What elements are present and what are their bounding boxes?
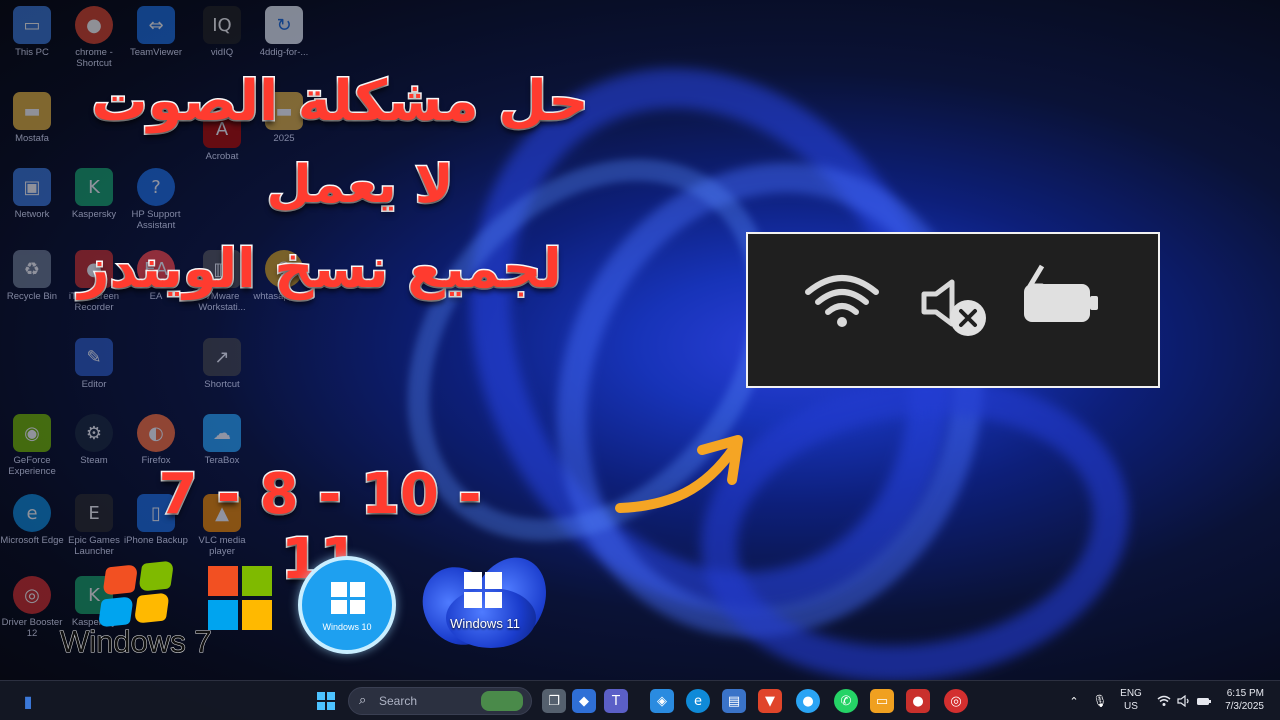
search-icon: ⌕ — [359, 693, 367, 708]
desktop-icon-steam[interactable]: ⚙ Steam — [62, 414, 126, 466]
language-indicator[interactable]: ENG US — [1116, 687, 1146, 720]
file-explorer-icon[interactable]: ▭ — [870, 689, 894, 713]
search-highlight-icon — [481, 691, 523, 711]
shortcut-icon: ↗ — [203, 338, 241, 376]
microphone-icon[interactable]: 🎙 — [1088, 689, 1112, 713]
teamviewer-icon: ⇔ — [137, 6, 175, 44]
firefox-icon: ◐ — [137, 414, 175, 452]
nvidia-icon: ◉ — [13, 414, 51, 452]
windows-7-wordmark: Windows 7 — [60, 624, 213, 660]
clock-date: 7/3/2025 — [1225, 701, 1264, 712]
copilot-icon[interactable]: ◆ — [572, 689, 596, 713]
desktop-icon-label: chrome - Shortcut — [75, 47, 113, 69]
chrome-icon: ● — [75, 6, 113, 44]
taskbar: ▮ ⌕ Search ❐ ◆ T ◈ e ▤ ▼ ● ✆ ▭ ● ◎ ⌃ 🎙 E… — [0, 680, 1280, 720]
taskbar-search-box[interactable]: ⌕ Search — [348, 687, 532, 715]
windows-11-caption: Windows 11 — [450, 616, 520, 631]
battery-charging-icon — [1024, 264, 1098, 322]
windows-8-logo-icon — [208, 566, 272, 630]
windows-start-icon — [317, 692, 335, 710]
wallpaper-bloom — [681, 351, 1149, 709]
task-view-icon[interactable]: ❐ — [542, 689, 566, 713]
headline-line-1: حل مشكلة الصوت — [90, 68, 590, 136]
windows-10-caption: Windows 10 — [322, 622, 372, 632]
monitor-icon: ▭ — [13, 6, 51, 44]
desktop-icon-driver-booster[interactable]: ◎ Driver Booster 12 — [0, 576, 64, 639]
headline-line-3: لجميع نسخ الويندز — [77, 236, 563, 301]
windows-10-logo: Windows 10 — [298, 556, 396, 654]
windows-10-flag-icon — [331, 582, 365, 614]
whatsapp-taskbar-icon[interactable]: ✆ — [834, 689, 858, 713]
teams-icon[interactable]: T — [604, 689, 628, 713]
vidiq-icon: IQ — [203, 6, 241, 44]
desktop-icon-label: GeForce Experience — [8, 455, 56, 477]
search-placeholder: Search — [379, 694, 418, 708]
desktop-icon-this-pc[interactable]: ▭ This PC — [0, 6, 64, 58]
driver-booster-icon: ◎ — [13, 576, 51, 614]
zoomed-tray-panel — [746, 232, 1160, 388]
windows-7-flag-icon — [97, 560, 175, 628]
microsoft-store-icon[interactable]: ▤ — [722, 689, 746, 713]
windows-11-logo: Windows 11 — [408, 545, 560, 659]
desktop-icon-label: Microsoft Edge — [0, 535, 64, 546]
start-button[interactable] — [314, 689, 338, 713]
clock-time: 6:15 PM — [1226, 688, 1264, 699]
desktop-icon-shortcut[interactable]: ↗ Shortcut — [190, 338, 254, 390]
desktop-icon-edge[interactable]: e Microsoft Edge — [0, 494, 64, 546]
desktop-icon-label: 4ddig-for-... — [259, 47, 309, 58]
desktop-icon-label: TeamViewer — [129, 47, 183, 58]
desktop-icon-vidiq[interactable]: IQ vidIQ — [190, 6, 254, 58]
desktop-icon-label: Shortcut — [204, 379, 240, 390]
system-clock[interactable]: 6:15 PM 7/3/2025 — [1212, 687, 1264, 720]
steam-icon: ⚙ — [75, 414, 113, 452]
chevron-up-icon[interactable]: ⌃ — [1062, 689, 1086, 713]
desktop-icon-label: This PC — [15, 47, 49, 58]
headline: حل مشكلة الصوت لا يعمل لجميع نسخ الويندز — [20, 68, 620, 302]
windows-7-logo: Windows 7 — [60, 560, 220, 660]
desktop-icon-terabox[interactable]: ☁ TeraBox — [190, 414, 254, 466]
region-code: US — [1124, 701, 1138, 712]
desktop-icon-chrome[interactable]: ● chrome - Shortcut — [62, 6, 126, 69]
driver-booster-taskbar-icon[interactable]: ◎ — [944, 689, 968, 713]
desktop-icon-teamviewer[interactable]: ⇔ TeamViewer — [124, 6, 188, 58]
language-code: ENG — [1120, 688, 1142, 699]
wifi-icon — [805, 275, 879, 327]
edge-taskbar-icon[interactable]: e — [686, 689, 710, 713]
screen-recorder-taskbar-icon[interactable]: ● — [906, 689, 930, 713]
headline-line-2: لا يعمل — [265, 154, 455, 217]
desktop-icon-label: Driver Booster 12 — [1, 617, 63, 639]
edge-icon: e — [13, 494, 51, 532]
chrome-taskbar-icon[interactable]: ● — [796, 689, 820, 713]
desktop-icon-editor[interactable]: ✎ Editor — [62, 338, 126, 390]
epic-icon: E — [75, 494, 113, 532]
desktop-icon-firefox[interactable]: ◐ Firefox — [124, 414, 188, 466]
store-box-icon[interactable]: ◈ — [650, 689, 674, 713]
windows-11-flag-icon — [464, 572, 502, 608]
4ddig-icon: ↻ — [265, 6, 303, 44]
widgets-icon[interactable]: ▮ — [16, 689, 40, 713]
brave-icon[interactable]: ▼ — [758, 689, 782, 713]
terabox-icon: ☁ — [203, 414, 241, 452]
arrow-icon — [615, 435, 743, 513]
speaker-muted-icon — [921, 279, 986, 336]
desktop-icon-label: Editor — [81, 379, 107, 390]
desktop-icon-geforce[interactable]: ◉ GeForce Experience — [0, 414, 64, 477]
editor-icon: ✎ — [75, 338, 113, 376]
desktop-icon-label: vidIQ — [210, 47, 234, 58]
desktop-icon-4ddig[interactable]: ↻ 4ddig-for-... — [252, 6, 316, 58]
